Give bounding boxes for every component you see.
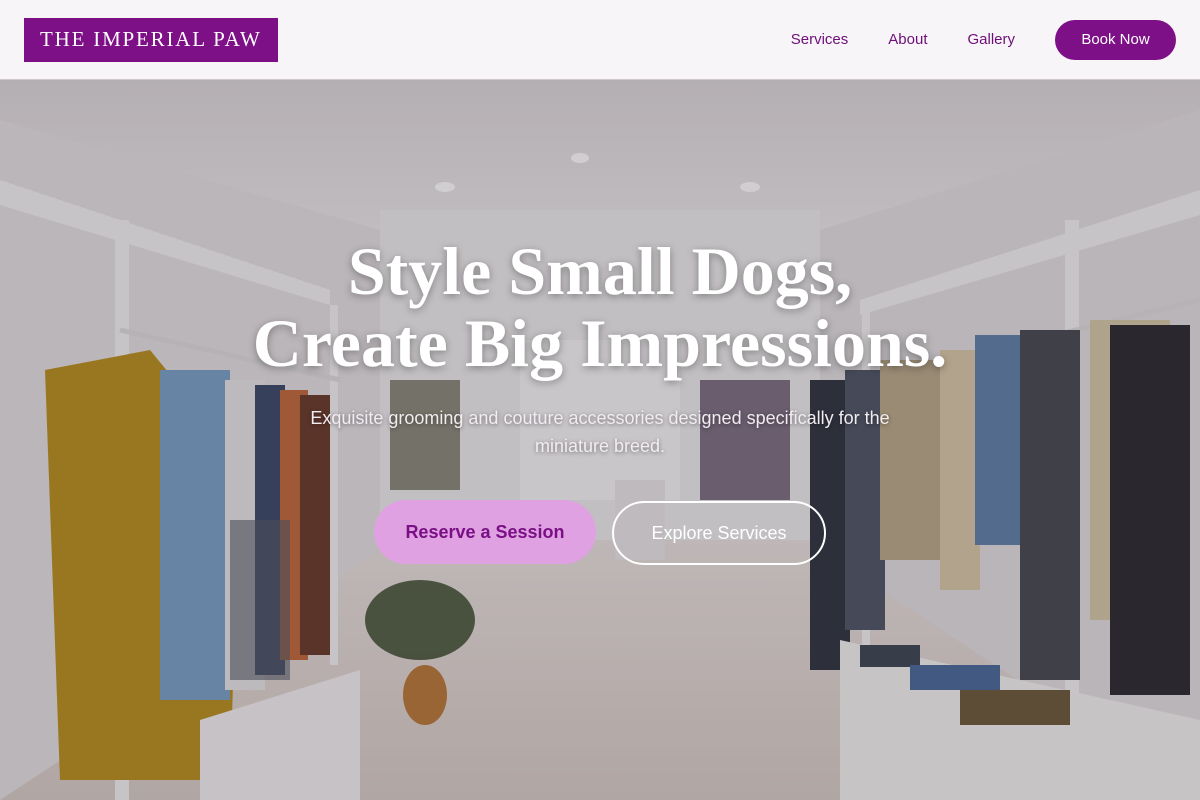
- hero-title: Style Small Dogs, Create Big Impressions…: [0, 235, 1200, 379]
- explore-services-button[interactable]: Explore Services: [612, 501, 826, 565]
- reserve-session-button[interactable]: Reserve a Session: [374, 500, 596, 564]
- nav-link-about[interactable]: About: [888, 31, 927, 48]
- main-nav: Services About Gallery Book Now: [791, 19, 1176, 60]
- brand-logo[interactable]: THE IMPERIAL PAW: [24, 17, 278, 62]
- hero-title-line-1: Style Small Dogs,: [347, 233, 853, 309]
- hero-cta-group: Reserve a Session Explore Services: [0, 500, 1200, 565]
- nav-link-services[interactable]: Services: [791, 31, 849, 48]
- hero-section: Style Small Dogs, Create Big Impressions…: [0, 80, 1200, 800]
- nav-link-gallery[interactable]: Gallery: [967, 31, 1015, 48]
- site-header: THE IMPERIAL PAW Services About Gallery …: [0, 0, 1200, 80]
- hero-subtitle: Exquisite grooming and couture accessori…: [310, 408, 890, 456]
- hero-title-line-2: Create Big Impressions.: [252, 305, 948, 381]
- book-now-button[interactable]: Book Now: [1055, 19, 1176, 60]
